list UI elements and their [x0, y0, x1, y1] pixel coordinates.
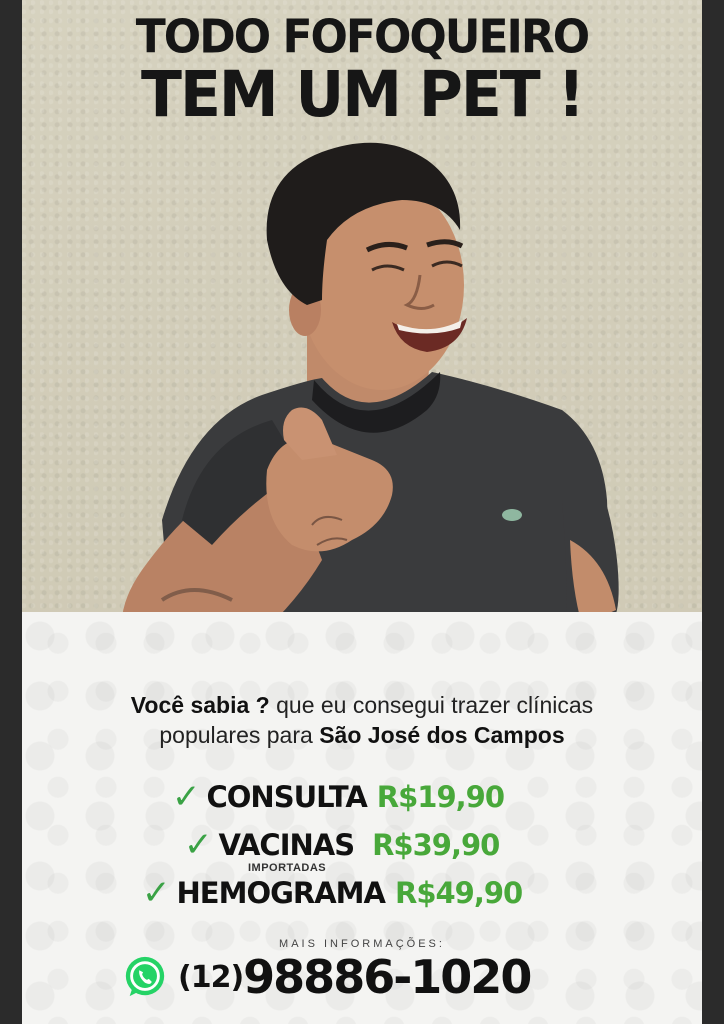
vacinas-note: IMPORTADAS — [248, 862, 327, 874]
check-icon: ✓ — [142, 873, 171, 913]
intro-text-2: populares para — [159, 722, 320, 748]
flyer: TODO FOFOQUEIRO TEM UM PET ! Você sabia … — [22, 0, 702, 1024]
check-icon: ✓ — [172, 777, 201, 817]
phone-contact[interactable]: (12) 98886-1020 — [122, 950, 532, 1004]
more-info-label: MAIS INFORMAÇÕES: — [279, 938, 445, 950]
price-name: CONSULTA — [206, 780, 368, 814]
intro-text: Você sabia ? que eu consegui trazer clín… — [22, 690, 702, 750]
price-name: VACINAS — [218, 828, 356, 862]
headline-line-2: TEM UM PET ! — [141, 58, 585, 132]
price-row-vacinas: ✓ VACINAS R$39,90 — [184, 825, 500, 865]
price-row-hemograma: ✓ HEMOGRAMA R$49,90 — [142, 873, 523, 913]
phone-area-code: (12) — [178, 959, 244, 995]
intro-text-1: que eu consegui trazer clínicas — [269, 692, 594, 718]
price-value: R$49,90 — [394, 876, 523, 910]
price-row-consulta: ✓ CONSULTA R$19,90 — [172, 777, 505, 817]
intro-bold-question: Você sabia ? — [130, 692, 270, 718]
price-name: HEMOGRAMA — [176, 876, 386, 910]
headline: TODO FOFOQUEIRO TEM UM PET ! — [22, 10, 702, 132]
headline-line-1: TODO FOFOQUEIRO — [135, 10, 590, 65]
whatsapp-icon — [125, 956, 165, 997]
price-value: R$39,90 — [372, 828, 500, 862]
intro-city: São José dos Campos — [319, 722, 565, 748]
price-value: R$19,90 — [376, 780, 505, 814]
phone-number: 98886-1020 — [243, 950, 532, 1004]
check-icon: ✓ — [184, 825, 213, 865]
